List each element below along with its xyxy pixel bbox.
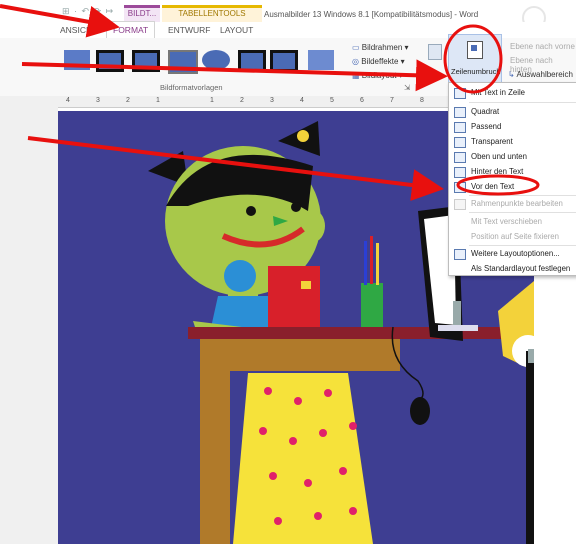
menu-item-label: Quadrat <box>471 107 500 116</box>
picture-style-thumb[interactable] <box>132 50 160 72</box>
menu-item-mit-text-verschieben: Mit Text verschieben <box>449 214 576 229</box>
zeilenumbruch-label: Zeilenumbruch <box>451 67 501 76</box>
picture-style-thumb[interactable] <box>270 50 298 72</box>
menu-item-hinter-den-text[interactable]: Hinter den Text <box>449 164 576 179</box>
ruler-tick: 3 <box>270 97 274 104</box>
wrap-through-icon <box>454 137 466 148</box>
menu-item-label: Vor den Text <box>471 182 515 191</box>
dialog-launcher-icon[interactable]: ⇲ <box>404 83 410 92</box>
menu-item-transparent[interactable]: Transparent <box>449 134 576 149</box>
layout-options-icon <box>454 249 466 260</box>
bildeffekte-label: Bildeffekte ▾ <box>361 57 405 66</box>
ruler-tick: 3 <box>96 97 100 104</box>
menu-item-position-fixieren: Position auf Seite fixieren <box>449 229 576 244</box>
wrap-square-icon <box>454 107 466 118</box>
menu-item-passend[interactable]: Passend <box>449 119 576 134</box>
quick-access-toolbar[interactable]: ⊞ · ↶ ↷ ↦ <box>62 6 114 17</box>
tab-ansicht[interactable]: ANSICHT <box>60 22 97 38</box>
ruler-tick: 7 <box>390 97 394 104</box>
ruler-tick: 6 <box>360 97 364 104</box>
wrap-top-bottom-icon <box>454 152 466 163</box>
menu-item-rahmenpunkte-bearbeiten: Rahmenpunkte bearbeiten <box>449 196 576 211</box>
picture-style-thumb[interactable] <box>64 50 90 70</box>
menu-item-weitere-layoutoptionen[interactable]: Weitere Layoutoptionen... <box>449 246 576 261</box>
menu-item-label: Mit Text in Zeile <box>471 88 526 97</box>
bildlayout-label: Bildlayout ▾ <box>361 71 403 80</box>
menu-item-label: Passend <box>471 122 502 131</box>
picture-style-thumb[interactable] <box>168 50 198 74</box>
bildeffekte-button[interactable]: ◎ Bildeffekte ▾ <box>352 57 405 66</box>
ruler-tick: 1 <box>210 97 214 104</box>
title-bar: ⊞ · ↶ ↷ ↦ BILDT... TABELLENTOOLS Ausmalb… <box>0 0 576 30</box>
menu-item-vor-den-text[interactable]: Vor den Text <box>449 179 576 194</box>
wrap-text-icon <box>467 41 483 59</box>
menu-item-label: Als Standardlayout festlegen <box>471 264 571 273</box>
ruler-tick: 5 <box>330 97 334 104</box>
tab-layout[interactable]: LAYOUT <box>220 22 253 38</box>
picture-style-thumb[interactable] <box>96 50 124 72</box>
ebene-vorne-button[interactable]: Ebene nach vorne <box>510 42 575 51</box>
menu-item-als-standardlayout[interactable]: Als Standardlayout festlegen <box>449 261 576 276</box>
auswahlbereich-label: Auswahlbereich <box>516 70 573 79</box>
wrap-inline-icon <box>454 88 466 99</box>
ruler-tick: 8 <box>420 97 424 104</box>
picture-style-thumb[interactable] <box>238 50 266 72</box>
in-front-of-text-icon <box>454 182 466 193</box>
menu-item-label: Rahmenpunkte bearbeiten <box>471 199 563 208</box>
ruler-tick: 1 <box>156 97 160 104</box>
wrap-tight-icon <box>454 122 466 133</box>
menu-item-label: Oben und unten <box>471 152 527 161</box>
menu-item-label: Position auf Seite fixieren <box>471 232 559 241</box>
menu-separator <box>469 102 576 103</box>
menu-item-label: Transparent <box>471 137 513 146</box>
ruler-tick: 2 <box>126 97 130 104</box>
menu-item-label: Mit Text verschieben <box>471 217 542 226</box>
tab-entwurf[interactable]: ENTWURF <box>168 22 211 38</box>
picture-style-thumb[interactable] <box>308 50 334 70</box>
picture-style-thumb[interactable] <box>202 50 230 70</box>
context-tab-bildtools: BILDT... <box>124 5 160 22</box>
menu-item-quadrat[interactable]: Quadrat <box>449 104 576 119</box>
ruler-tick: 4 <box>300 97 304 104</box>
zeilenumbruch-dropdown: Mit Text in Zeile Quadrat Passend Transp… <box>448 82 576 276</box>
menu-item-oben-und-unten[interactable]: Oben und unten <box>449 149 576 164</box>
vertical-ruler[interactable] <box>0 107 58 544</box>
document-title: Ausmalbilder 13 Windows 8.1 [Kompatibili… <box>264 10 479 19</box>
bildrahmen-button[interactable]: ▭ Bildrahmen ▾ <box>352 43 409 52</box>
menu-item-mit-text-in-zeile[interactable]: Mit Text in Zeile <box>449 85 576 100</box>
bildlayout-button[interactable]: ▦ Bildlayout ▾ <box>352 71 403 80</box>
bildrahmen-label: Bildrahmen ▾ <box>361 43 409 52</box>
auswahlbereich-button[interactable]: ↳ Auswahlbereich <box>508 70 573 79</box>
edit-wrap-points-icon <box>454 199 466 210</box>
context-tab-tabellentools: TABELLENTOOLS <box>162 5 262 22</box>
position-icon[interactable] <box>428 44 442 60</box>
tab-format[interactable]: FORMAT <box>106 21 156 39</box>
ruler-tick: 2 <box>240 97 244 104</box>
ruler-tick: 4 <box>66 97 70 104</box>
group-label-bildformatvorlagen: Bildformatvorlagen <box>160 83 223 92</box>
menu-item-label: Hinter den Text <box>471 167 524 176</box>
menu-separator <box>469 212 576 213</box>
menu-item-label: Weitere Layoutoptionen... <box>471 249 560 258</box>
behind-text-icon <box>454 167 466 178</box>
